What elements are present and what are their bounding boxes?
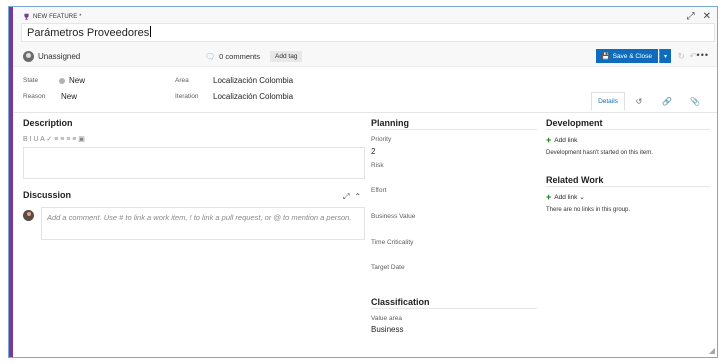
area-label: Area bbox=[175, 77, 189, 84]
target-date-label: Target Date bbox=[371, 264, 405, 271]
development-divider bbox=[546, 129, 710, 130]
development-add-link[interactable]: + Add link bbox=[546, 135, 577, 145]
toolbar-glyphs: B I U A ✓ ≡ ≡ ≡ ≡ ▣ bbox=[23, 136, 85, 143]
state-label: State bbox=[23, 77, 39, 84]
priority-label: Priority bbox=[371, 136, 392, 143]
state-value: New bbox=[69, 76, 86, 85]
add-tag-button[interactable]: Add tag bbox=[270, 50, 303, 62]
area-value: Localización Colombia bbox=[213, 76, 294, 85]
related-work-add-link-label: Add link ⌄ bbox=[554, 194, 585, 201]
resize-grip-icon[interactable]: ◢ bbox=[709, 346, 715, 355]
form-tabs: Details ↺ 🔗 📎 bbox=[591, 91, 709, 111]
business-value-label: Business Value bbox=[371, 213, 416, 220]
more-actions-icon[interactable]: ••• bbox=[697, 50, 709, 60]
development-note: Development hasn't started on this item. bbox=[546, 150, 653, 156]
reason-value: New bbox=[61, 92, 78, 101]
meta-row: Unassigned 🗨 0 comments Add tag 💾 Save &… bbox=[23, 47, 711, 65]
discussion-controls: ⤢ ⌃ bbox=[343, 192, 361, 202]
tab-attachments[interactable]: 📎 bbox=[681, 92, 709, 111]
iteration-value: Localización Colombia bbox=[213, 92, 294, 101]
save-close-button[interactable]: 💾 Save & Close bbox=[595, 49, 658, 63]
related-work-title: Related Work bbox=[546, 175, 604, 185]
assignee-label: Unassigned bbox=[38, 51, 81, 61]
expand-icon[interactable]: ⤢ bbox=[687, 11, 695, 22]
comment-icon: 🗨 bbox=[205, 51, 216, 61]
planning-title: Planning bbox=[371, 118, 409, 128]
save-button-group: 💾 Save & Close ▾ bbox=[595, 49, 671, 63]
risk-label: Risk bbox=[371, 162, 384, 169]
classification-title: Classification bbox=[371, 297, 430, 307]
title-text: Parámetros Proveedores bbox=[27, 27, 150, 39]
close-icon[interactable]: ✕ bbox=[703, 11, 711, 22]
area-field[interactable]: Area Localización Colombia bbox=[175, 76, 293, 85]
plus-icon: + bbox=[546, 135, 552, 145]
description-editor[interactable] bbox=[23, 147, 365, 179]
maximize-icon[interactable]: ⤢ bbox=[343, 192, 349, 202]
development-add-link-label: Add link bbox=[554, 136, 578, 144]
tab-links[interactable]: 🔗 bbox=[653, 92, 681, 111]
iteration-label: Iteration bbox=[175, 93, 199, 100]
save-dropdown-button[interactable]: ▾ bbox=[659, 49, 671, 63]
window-controls: ⤢ ✕ bbox=[687, 11, 711, 22]
time-criticality-label: Time Criticality bbox=[371, 239, 414, 246]
header-fields: State New Reason New Area Localización C… bbox=[13, 67, 717, 113]
work-item-type-row: NEW FEATURE * bbox=[23, 13, 82, 20]
rich-text-toolbar[interactable]: B I U A ✓ ≡ ≡ ≡ ≡ ▣ bbox=[23, 135, 85, 143]
development-title: Development bbox=[546, 118, 603, 128]
plus-icon: + bbox=[546, 192, 552, 202]
value-area-value[interactable]: Business bbox=[371, 325, 403, 334]
effort-label: Effort bbox=[371, 187, 387, 194]
discussion-title: Discussion bbox=[23, 190, 72, 200]
description-title: Description bbox=[23, 118, 73, 128]
work-item-type-label: NEW FEATURE * bbox=[33, 13, 82, 20]
attachment-icon: 📎 bbox=[690, 97, 700, 106]
trophy-icon bbox=[24, 13, 29, 20]
reason-field[interactable]: Reason New bbox=[23, 92, 77, 101]
collapse-icon[interactable]: ⌃ bbox=[354, 192, 361, 202]
link-icon: 🔗 bbox=[662, 97, 672, 106]
refresh-icon[interactable]: ↻ bbox=[677, 51, 685, 62]
assignee-picker[interactable]: Unassigned bbox=[23, 50, 81, 62]
state-field[interactable]: State New bbox=[23, 76, 85, 85]
comments-count[interactable]: 0 comments bbox=[219, 52, 260, 61]
related-work-divider bbox=[546, 186, 710, 187]
related-work-add-link[interactable]: + Add link ⌄ bbox=[546, 192, 585, 202]
planning-divider bbox=[371, 129, 537, 130]
priority-value[interactable]: 2 bbox=[371, 147, 375, 156]
value-area-label: Value area bbox=[371, 315, 402, 322]
work-item-form: NEW FEATURE * ⤢ ✕ Parámetros Proveedores… bbox=[8, 6, 718, 358]
related-work-note: There are no links in this group. bbox=[546, 207, 631, 213]
text-caret bbox=[150, 26, 152, 37]
comments-summary: 🗨 0 comments Add tag bbox=[205, 50, 303, 62]
tab-details[interactable]: Details bbox=[591, 92, 625, 111]
comment-input[interactable]: Add a comment. Use # to link a work item… bbox=[41, 207, 365, 240]
tab-history[interactable]: ↺ bbox=[625, 92, 653, 111]
comment-placeholder: Add a comment. Use # to link a work item… bbox=[47, 213, 352, 222]
save-icon: 💾 bbox=[601, 53, 610, 60]
iteration-field[interactable]: Iteration Localización Colombia bbox=[175, 92, 293, 101]
user-avatar bbox=[23, 210, 34, 221]
save-close-label: Save & Close bbox=[612, 52, 652, 60]
reason-label: Reason bbox=[23, 93, 46, 100]
state-dot-icon bbox=[59, 77, 65, 84]
title-input[interactable]: Parámetros Proveedores bbox=[21, 23, 715, 42]
work-item-header: NEW FEATURE * ⤢ ✕ Parámetros Proveedores… bbox=[13, 7, 717, 67]
classification-divider bbox=[371, 308, 537, 309]
history-icon: ↺ bbox=[635, 97, 643, 106]
unassigned-avatar-icon bbox=[23, 50, 34, 62]
